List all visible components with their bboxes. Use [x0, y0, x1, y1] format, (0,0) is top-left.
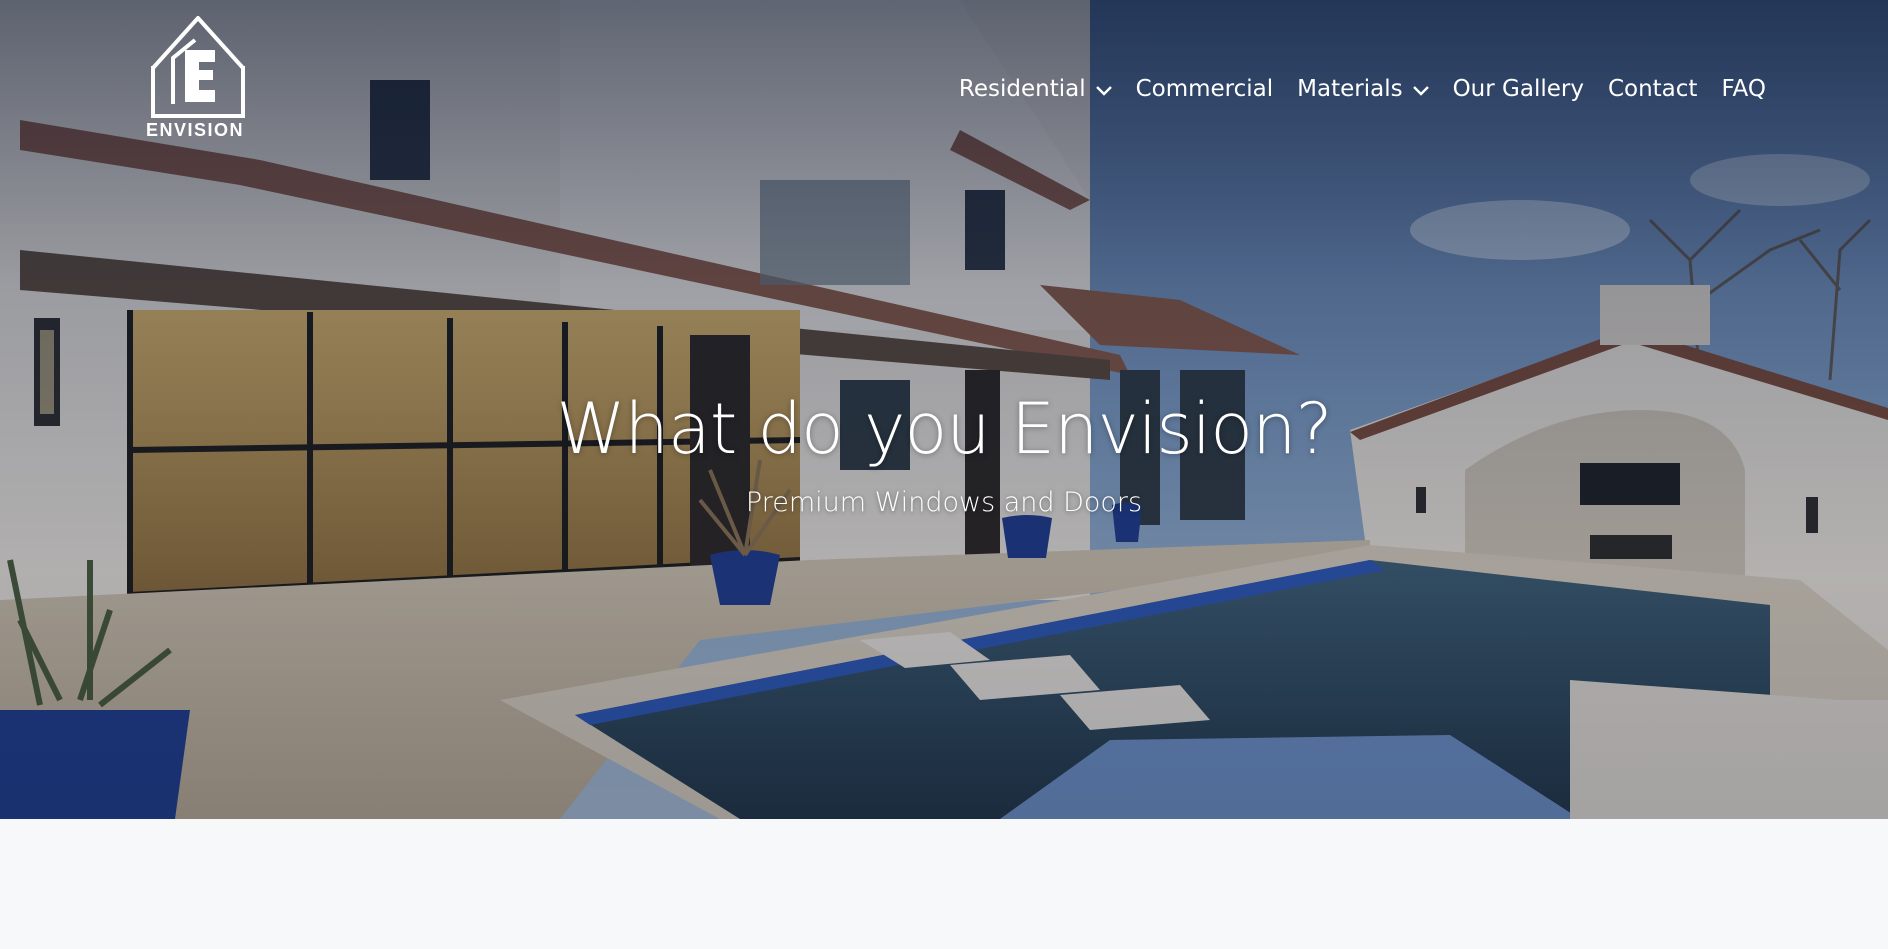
hero-title: What do you Envision? — [556, 388, 1332, 470]
main-navigation: Residential Commercial Materials Our Gal… — [959, 76, 1766, 102]
chevron-down-icon — [1095, 86, 1112, 96]
hero-subtitle: Premium Windows and Doors — [745, 487, 1143, 518]
nav-item-contact[interactable]: Contact — [1608, 76, 1697, 102]
nav-item-label: Residential — [958, 76, 1086, 102]
hero-section: ENVISION Residential Commercial Material… — [0, 0, 1888, 819]
nav-item-label: Contact — [1607, 76, 1698, 102]
content-area — [0, 819, 1888, 949]
nav-item-label: FAQ — [1721, 76, 1766, 102]
envision-house-logo-icon — [151, 16, 245, 118]
chevron-down-icon — [1412, 86, 1429, 96]
nav-item-label: Commercial — [1135, 76, 1274, 102]
nav-item-commercial[interactable]: Commercial — [1136, 76, 1274, 102]
nav-item-label: Our Gallery — [1452, 76, 1584, 102]
envision-logo[interactable]: ENVISION — [140, 16, 250, 142]
nav-item-our-gallery[interactable]: Our Gallery — [1453, 76, 1584, 102]
nav-item-materials[interactable]: Materials — [1297, 76, 1429, 102]
logo-text: ENVISION — [145, 120, 245, 140]
nav-item-faq[interactable]: FAQ — [1721, 76, 1766, 102]
nav-item-residential[interactable]: Residential — [959, 76, 1112, 102]
nav-item-label: Materials — [1297, 76, 1403, 102]
